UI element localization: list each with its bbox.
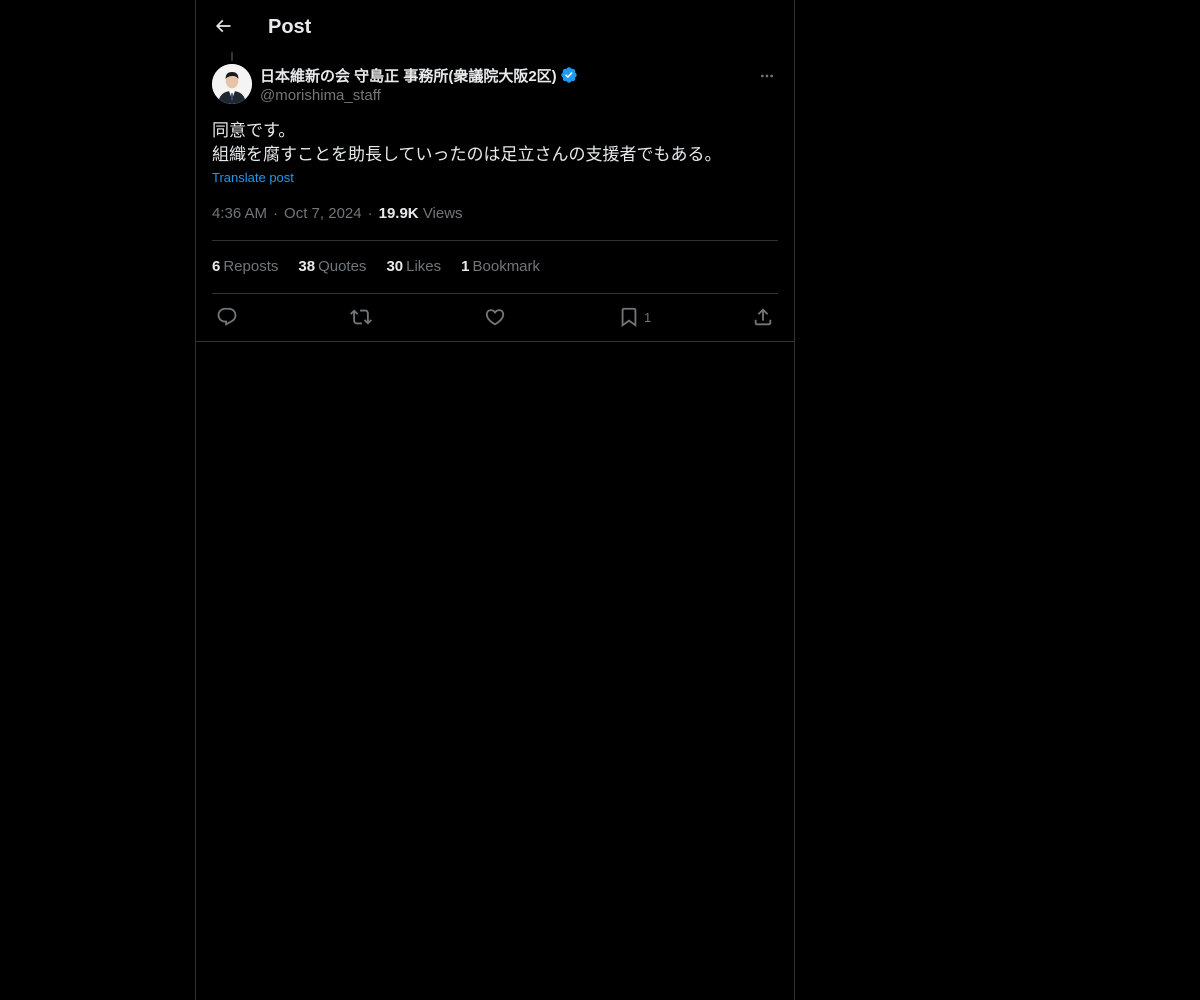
- bookmark-button[interactable]: 1: [618, 305, 651, 329]
- repost-icon: [350, 306, 372, 328]
- post-actions: 1: [212, 305, 778, 329]
- more-horizontal-icon: [759, 68, 775, 84]
- stats-top-divider: [212, 240, 778, 241]
- bookmark-icon: [618, 306, 640, 328]
- bookmarks-label: Bookmark: [472, 258, 541, 275]
- arrow-left-icon: [213, 16, 233, 36]
- post-text-line: 組織を腐すことを助長していったのは足立さんの支援者でもある。: [212, 145, 722, 164]
- quotes-label: Quotes: [318, 258, 367, 275]
- post-text: 同意です。 組織を腐すことを助長していったのは足立さんの支援者でもある。: [212, 119, 778, 167]
- share-button[interactable]: [752, 305, 774, 329]
- likes-label: Likes: [406, 258, 442, 275]
- post-date[interactable]: Oct 7, 2024: [284, 205, 362, 222]
- author-display-name[interactable]: 日本維新の会 守島正 事務所(衆議院大阪2区): [260, 65, 557, 86]
- top-bar: Post: [196, 0, 794, 53]
- author-handle[interactable]: @morishima_staff: [260, 86, 578, 106]
- bookmarks-stat[interactable]: 1 Bookmark: [461, 257, 540, 277]
- heart-icon: [484, 306, 506, 328]
- quotes-count: 38: [298, 258, 316, 275]
- page-title: Post: [268, 16, 312, 38]
- post-stats: 6 Reposts 38 Quotes 30 Likes 1 Bookmark: [212, 257, 540, 277]
- views-label: Views: [422, 205, 463, 222]
- reposts-label: Reposts: [223, 258, 279, 275]
- verified-badge-icon[interactable]: [560, 66, 578, 84]
- quotes-stat[interactable]: 38 Quotes: [298, 257, 366, 277]
- bookmark-action-count: 1: [644, 309, 652, 325]
- translate-post-link[interactable]: Translate post: [212, 170, 294, 185]
- views-count: 19.9K: [378, 205, 419, 222]
- reposts-stat[interactable]: 6 Reposts: [212, 257, 278, 277]
- post-time[interactable]: 4:36 AM: [212, 205, 267, 222]
- likes-stat[interactable]: 30 Likes: [386, 257, 441, 277]
- avatar[interactable]: [212, 64, 252, 104]
- likes-count: 30: [386, 258, 404, 275]
- back-button[interactable]: [208, 11, 238, 41]
- meta-separator: ·: [273, 205, 279, 222]
- post-bottom-divider: [196, 341, 794, 342]
- reposts-count: 6: [212, 258, 221, 275]
- thread-connector-line: [231, 52, 233, 61]
- reply-icon: [216, 306, 238, 328]
- stats-bottom-divider: [212, 293, 778, 294]
- more-options-button[interactable]: [756, 65, 778, 87]
- like-button[interactable]: [484, 305, 506, 329]
- main-column: Post 日本維新の会 守島正 事務所(衆議院大阪2区) @morishima_…: [195, 0, 795, 1000]
- post-text-line: 同意です。: [212, 121, 296, 140]
- share-icon: [752, 306, 774, 328]
- post-meta: 4:36 AM · Oct 7, 2024 · 19.9K Views: [212, 204, 463, 224]
- post-author: 日本維新の会 守島正 事務所(衆議院大阪2区) @morishima_staff: [260, 64, 578, 106]
- reply-button[interactable]: [216, 305, 238, 329]
- repost-button[interactable]: [350, 305, 372, 329]
- meta-separator: ·: [367, 205, 373, 222]
- bookmarks-count: 1: [461, 258, 470, 275]
